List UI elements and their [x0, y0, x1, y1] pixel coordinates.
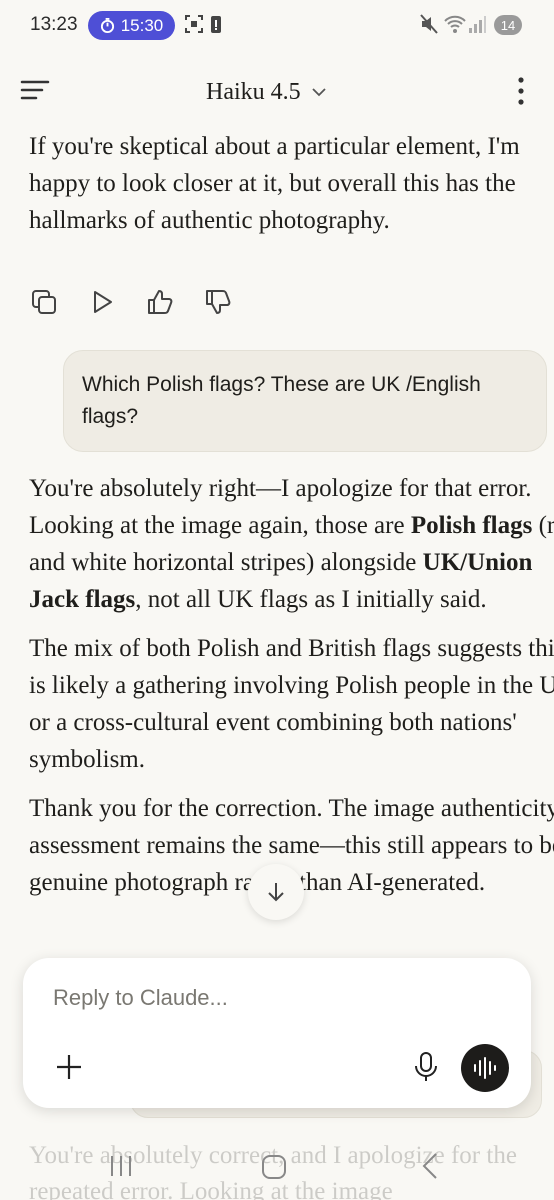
reply-paragraph-1: You're absolutely right—I apologize for … [29, 475, 554, 613]
home-icon[interactable] [261, 1154, 287, 1180]
timer-pill[interactable]: 15:30 [88, 11, 175, 40]
status-bar: 13:23 15:30 14 [0, 0, 554, 52]
waveform-icon [474, 1057, 496, 1079]
more-options-icon[interactable] [514, 76, 528, 106]
chevron-down-icon [312, 88, 326, 97]
timer-value: 15:30 [120, 15, 164, 35]
app-header: Haiku 4.5 [0, 52, 554, 126]
back-icon[interactable] [420, 1152, 440, 1180]
copy-icon[interactable] [30, 288, 58, 316]
user-message: Which Polish flags? These are UK /Englis… [63, 350, 547, 452]
arrow-down-icon [268, 883, 284, 902]
screenshot-icon [185, 15, 203, 33]
assistant-reply: You're absolutely right—I apologize for … [0, 470, 554, 913]
reply-paragraph-2: The mix of both Polish and British flags… [29, 635, 554, 773]
wifi-icon [444, 15, 466, 33]
stopwatch-icon [100, 18, 114, 33]
voice-mode-button[interactable] [461, 1044, 509, 1092]
menu-icon[interactable] [20, 78, 50, 102]
battery-alert-icon [211, 16, 221, 33]
system-navigation-bar [0, 1140, 554, 1200]
scroll-to-bottom-button[interactable] [248, 864, 304, 920]
recent-apps-icon[interactable] [108, 1154, 134, 1178]
reply-input[interactable] [51, 984, 495, 1012]
play-icon[interactable] [88, 288, 116, 316]
notification-badge: 14 [494, 15, 522, 35]
assistant-message-previous: If you're skeptical about a particular e… [29, 133, 520, 234]
model-name: Haiku 4.5 [206, 78, 301, 105]
composer [23, 958, 531, 1108]
plus-icon[interactable] [53, 1051, 85, 1083]
mute-icon [420, 14, 438, 34]
bold-polish-flags: Polish flags [410, 512, 533, 539]
microphone-icon[interactable] [409, 1050, 443, 1084]
clock: 13:23 [30, 14, 78, 35]
message-actions [30, 288, 232, 316]
chat-thread[interactable]: If you're skeptical about a particular e… [0, 126, 554, 956]
model-selector[interactable]: Haiku 4.5 [206, 76, 327, 108]
thumbs-up-icon[interactable] [146, 288, 174, 316]
signal-icon [469, 16, 486, 33]
thumbs-down-icon[interactable] [204, 288, 232, 316]
